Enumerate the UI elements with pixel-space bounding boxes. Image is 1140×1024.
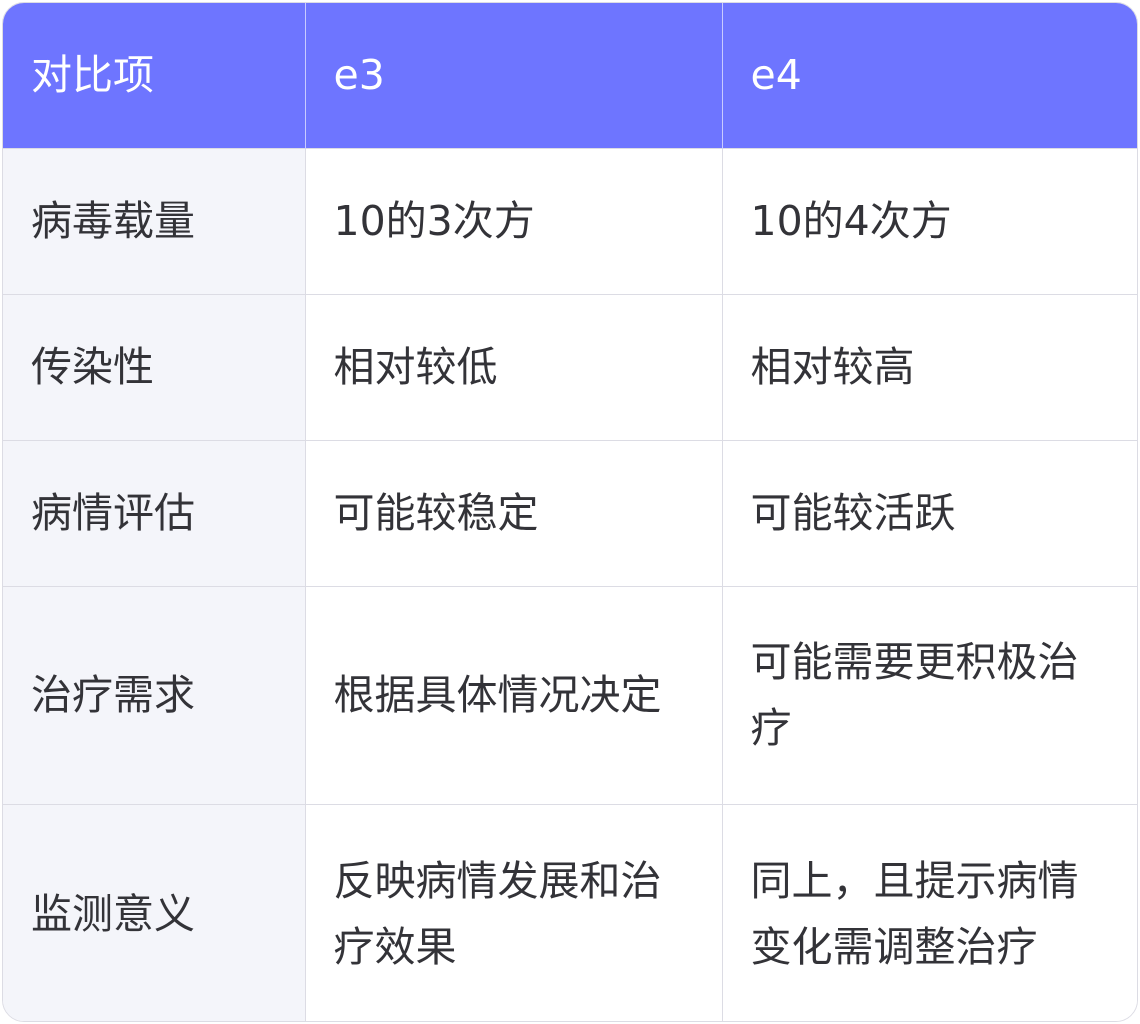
cell-e4: 10的4次方 bbox=[722, 147, 1137, 294]
cell-e3: 相对较低 bbox=[305, 293, 723, 440]
row-label: 监测意义 bbox=[3, 803, 306, 1021]
cell-e3: 反映病情发展和治疗效果 bbox=[305, 803, 723, 1021]
cell-e3: 可能较稳定 bbox=[305, 439, 723, 586]
cell-e3: 根据具体情况决定 bbox=[305, 585, 723, 804]
cell-e4: 可能需要更积极治疗 bbox=[722, 585, 1137, 804]
row-label: 病情评估 bbox=[3, 439, 306, 586]
cell-e4: 同上，且提示病情变化需调整治疗 bbox=[722, 803, 1137, 1021]
comparison-table-container: 对比项 e3 e4 病毒载量 10的3次方 10的4次方 传染性 相对较低 相对… bbox=[2, 2, 1138, 1022]
table-row: 治疗需求 根据具体情况决定 可能需要更积极治疗 bbox=[3, 585, 1137, 804]
row-label: 病毒载量 bbox=[3, 147, 306, 294]
column-header-e3: e3 bbox=[305, 3, 723, 148]
table-body: 病毒载量 10的3次方 10的4次方 传染性 相对较低 相对较高 病情评估 可能… bbox=[3, 147, 1137, 1021]
row-label: 传染性 bbox=[3, 293, 306, 440]
column-header-item: 对比项 bbox=[3, 3, 306, 148]
row-label: 治疗需求 bbox=[3, 585, 306, 804]
table-row: 病毒载量 10的3次方 10的4次方 bbox=[3, 147, 1137, 294]
table-row: 传染性 相对较低 相对较高 bbox=[3, 293, 1137, 440]
cell-e4: 相对较高 bbox=[722, 293, 1137, 440]
cell-e3: 10的3次方 bbox=[305, 147, 723, 294]
table-row: 病情评估 可能较稳定 可能较活跃 bbox=[3, 439, 1137, 586]
cell-e4: 可能较活跃 bbox=[722, 439, 1137, 586]
comparison-table: 对比项 e3 e4 病毒载量 10的3次方 10的4次方 传染性 相对较低 相对… bbox=[3, 3, 1137, 1021]
column-header-e4: e4 bbox=[722, 3, 1137, 148]
table-row: 监测意义 反映病情发展和治疗效果 同上，且提示病情变化需调整治疗 bbox=[3, 803, 1137, 1021]
header-row: 对比项 e3 e4 bbox=[3, 3, 1137, 148]
table-header: 对比项 e3 e4 bbox=[3, 3, 1137, 148]
